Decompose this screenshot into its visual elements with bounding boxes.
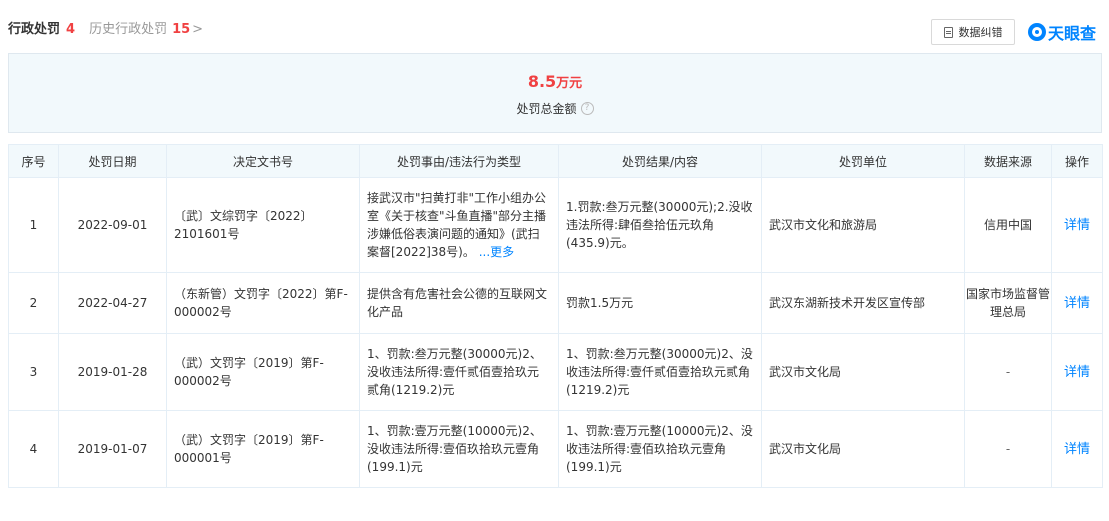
total-amount-label: 处罚总金额 xyxy=(516,102,577,116)
table-row: 3 2019-01-28 （武）文罚字〔2019〕第F-000002号 1、罚款… xyxy=(8,333,1103,411)
cell-reason: 1、罚款:叁万元整(30000元)2、没收违法所得:壹仟贰佰壹拾玖元贰角(121… xyxy=(359,333,559,411)
cell-doc-no: （武）文罚字〔2019〕第F-000001号 xyxy=(166,410,360,488)
cell-index: 4 xyxy=(8,410,59,488)
data-correction-button[interactable]: 数据纠错 xyxy=(931,19,1015,45)
cell-source: 国家市场监督管理总局 xyxy=(964,272,1052,334)
cell-date: 2022-09-01 xyxy=(58,177,167,273)
chevron-right-icon: > xyxy=(192,22,204,37)
cell-reason: 提供含有危害社会公德的互联网文化产品 xyxy=(359,272,559,334)
tab-history-penalty[interactable]: 历史行政处罚 15 > xyxy=(89,20,203,40)
cell-action: 详情 xyxy=(1051,333,1103,411)
detail-link[interactable]: 详情 xyxy=(1064,442,1090,457)
cell-unit: 武汉市文化局 xyxy=(761,333,965,411)
tab-label: 历史行政处罚 xyxy=(89,22,168,37)
detail-link[interactable]: 详情 xyxy=(1064,296,1090,311)
cell-result: 1.罚款:叁万元整(30000元);2.没收违法所得:肆佰叁拾伍元玖角(435.… xyxy=(558,177,762,273)
cell-action: 详情 xyxy=(1051,272,1103,334)
cell-source: - xyxy=(964,410,1052,488)
cell-result: 1、罚款:叁万元整(30000元)2、没收违法所得:壹仟贰佰壹拾玖元贰角(121… xyxy=(558,333,762,411)
cell-action: 详情 xyxy=(1051,410,1103,488)
cell-unit: 武汉市文化和旅游局 xyxy=(761,177,965,273)
header-action: 操作 xyxy=(1051,144,1103,178)
table-header-row: 序号 处罚日期 决定文书号 处罚事由/违法行为类型 处罚结果/内容 处罚单位 数… xyxy=(8,144,1103,178)
total-amount-unit: 万元 xyxy=(556,76,583,91)
cell-action: 详情 xyxy=(1051,177,1103,273)
cell-date: 2019-01-28 xyxy=(58,333,167,411)
help-icon[interactable]: ? xyxy=(580,102,594,115)
penalty-table: 序号 处罚日期 决定文书号 处罚事由/违法行为类型 处罚结果/内容 处罚单位 数… xyxy=(8,144,1103,488)
tab-count: 4 xyxy=(66,22,76,37)
cell-index: 3 xyxy=(8,333,59,411)
header-date: 处罚日期 xyxy=(58,144,167,178)
cell-date: 2019-01-07 xyxy=(58,410,167,488)
total-amount-label-row: 处罚总金额 ? xyxy=(516,100,594,117)
header-index: 序号 xyxy=(8,144,59,178)
data-correction-label: 数据纠错 xyxy=(958,26,1003,39)
cell-doc-no: （武）文罚字〔2019〕第F-000002号 xyxy=(166,333,360,411)
cell-index: 1 xyxy=(8,177,59,273)
tab-administrative-penalty[interactable]: 行政处罚 4 xyxy=(8,20,75,40)
total-amount: 8.5万元 xyxy=(9,72,1101,94)
cell-date: 2022-04-27 xyxy=(58,272,167,334)
tab-bar: 行政处罚 4 历史行政处罚 15 > xyxy=(8,20,203,40)
more-link[interactable]: ...更多 xyxy=(479,245,514,259)
cell-index: 2 xyxy=(8,272,59,334)
logo-text: 天眼查 xyxy=(1048,24,1097,43)
detail-link[interactable]: 详情 xyxy=(1064,365,1090,380)
table-row: 2 2022-04-27 （东新管）文罚字〔2022〕第F-000002号 提供… xyxy=(8,272,1103,334)
cell-reason: 接武汉市"扫黄打非"工作小组办公室《关于核查"斗鱼直播"部分主播涉嫌低俗表演问题… xyxy=(359,177,559,273)
tab-label: 行政处罚 xyxy=(8,22,61,37)
document-icon xyxy=(943,26,953,38)
cell-result: 罚款1.5万元 xyxy=(558,272,762,334)
total-amount-value: 8.5 xyxy=(527,72,557,91)
eye-logo-icon xyxy=(1028,23,1046,41)
header-reason: 处罚事由/违法行为类型 xyxy=(359,144,559,178)
penalty-summary: 8.5万元 处罚总金额 ? xyxy=(8,53,1102,133)
reason-text: 接武汉市"扫黄打非"工作小组办公室《关于核查"斗鱼直播"部分主播涉嫌低俗表演问题… xyxy=(367,191,547,259)
cell-source: 信用中国 xyxy=(964,177,1052,273)
header-unit: 处罚单位 xyxy=(761,144,965,178)
tianyancha-logo: 天眼查 xyxy=(1028,19,1096,45)
cell-source: - xyxy=(964,333,1052,411)
tab-count: 15 xyxy=(172,22,191,37)
header-result: 处罚结果/内容 xyxy=(558,144,762,178)
table-row: 4 2019-01-07 （武）文罚字〔2019〕第F-000001号 1、罚款… xyxy=(8,410,1103,488)
cell-reason: 1、罚款:壹万元整(10000元)2、没收违法所得:壹佰玖拾玖元壹角(199.1… xyxy=(359,410,559,488)
cell-unit: 武汉市文化局 xyxy=(761,410,965,488)
cell-doc-no: （东新管）文罚字〔2022〕第F-000002号 xyxy=(166,272,360,334)
table-row: 1 2022-09-01 〔武〕文综罚字〔2022〕2101601号 接武汉市"… xyxy=(8,177,1103,273)
cell-unit: 武汉东湖新技术开发区宣传部 xyxy=(761,272,965,334)
header-doc-no: 决定文书号 xyxy=(166,144,360,178)
cell-result: 1、罚款:壹万元整(10000元)2、没收违法所得:壹佰玖拾玖元壹角(199.1… xyxy=(558,410,762,488)
detail-link[interactable]: 详情 xyxy=(1064,218,1090,233)
header-source: 数据来源 xyxy=(964,144,1052,178)
cell-doc-no: 〔武〕文综罚字〔2022〕2101601号 xyxy=(166,177,360,273)
